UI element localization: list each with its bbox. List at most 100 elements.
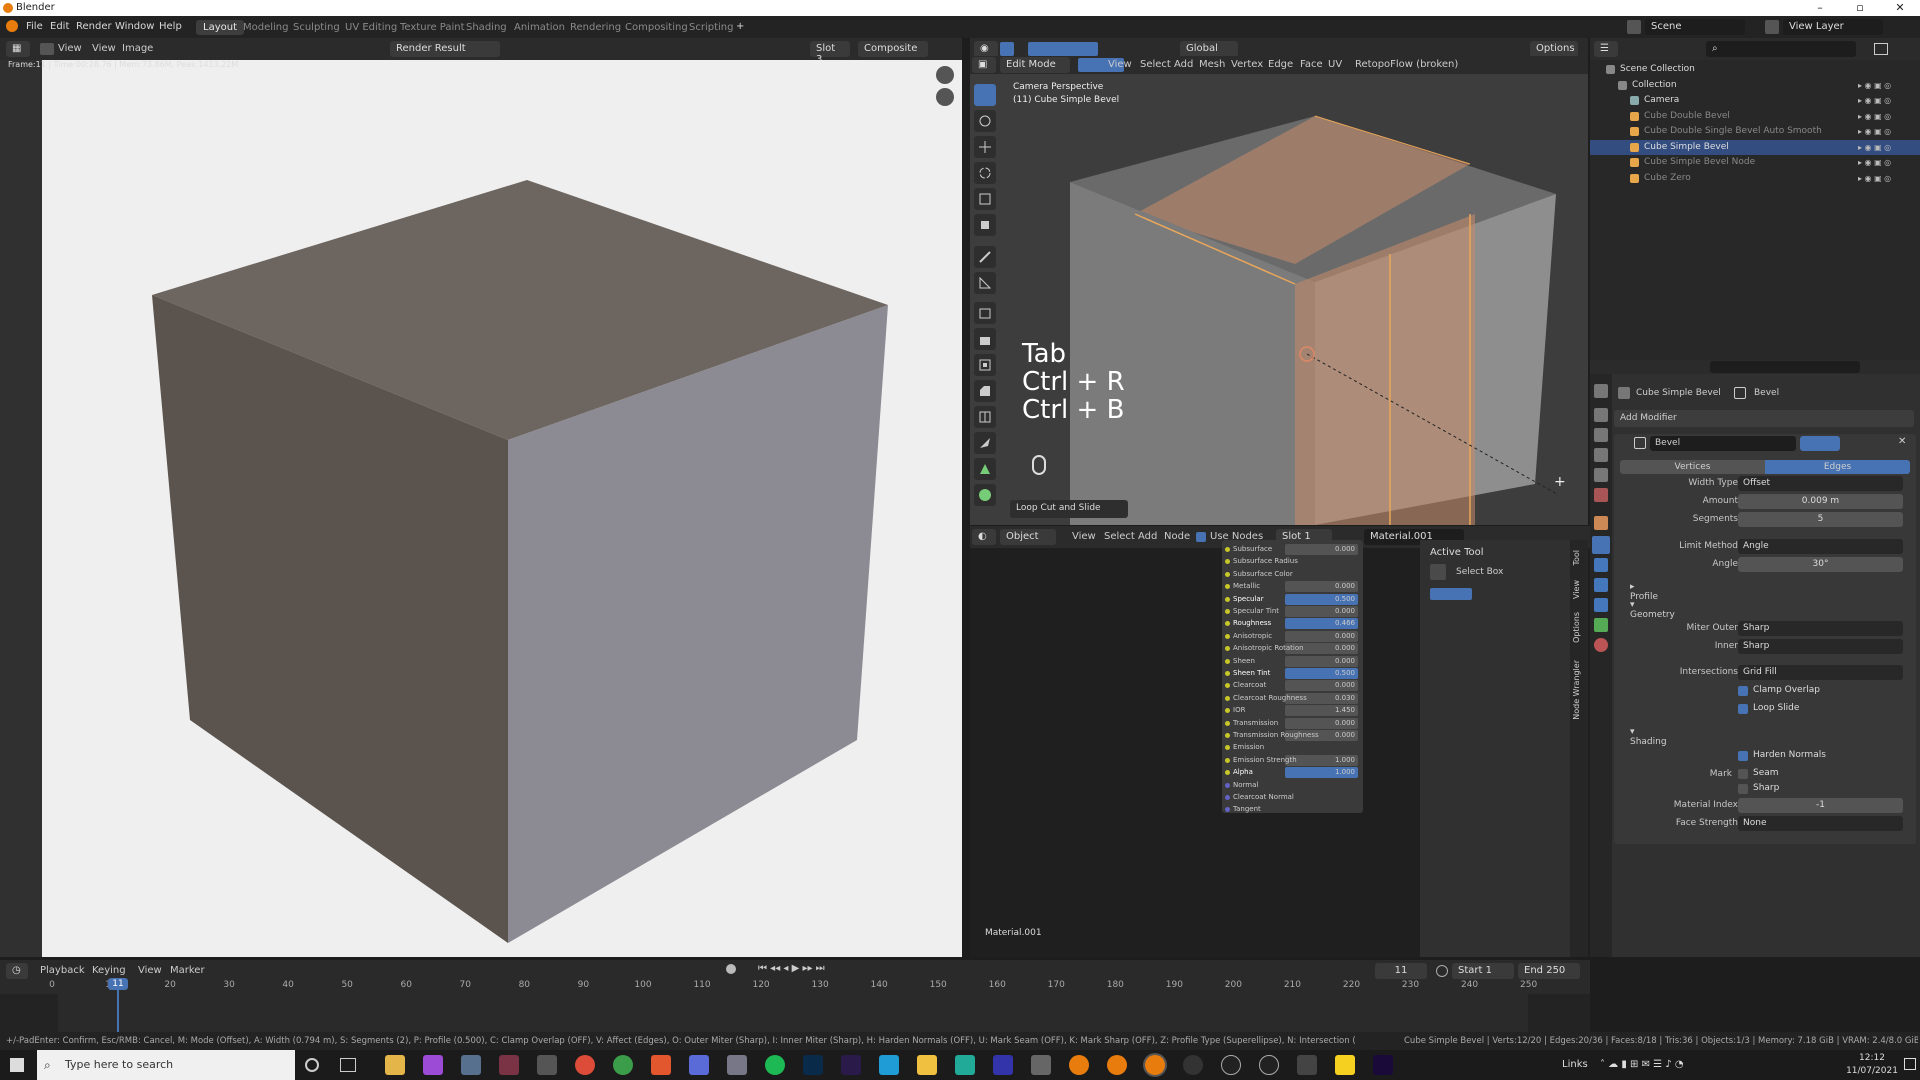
- outliner-row[interactable]: Cube Double Single Bevel Auto Smooth ▸ ◉ …: [1590, 124, 1920, 139]
- socket-dot-icon[interactable]: [1225, 646, 1230, 652]
- spin-tool-icon[interactable]: [974, 484, 996, 506]
- face-strength-dropdown[interactable]: None: [1738, 816, 1903, 831]
- properties-search-input[interactable]: [1710, 361, 1860, 373]
- app-icon-18[interactable]: [1031, 1055, 1051, 1075]
- node-input-value[interactable]: 0.000: [1285, 581, 1358, 593]
- scale-tool-icon[interactable]: [974, 188, 996, 210]
- node-input-value[interactable]: 0.000: [1285, 717, 1358, 729]
- outliner-row[interactable]: Cube Simple Bevel ▸ ◉ ▣ ◎: [1590, 139, 1920, 155]
- intersections-dropdown[interactable]: Grid Fill: [1738, 665, 1903, 680]
- outliner-row[interactable]: Collection ▸ ◉ ▣ ◎: [1590, 78, 1920, 93]
- node-input-value[interactable]: 0.000: [1285, 680, 1358, 692]
- socket-dot-icon[interactable]: [1225, 571, 1230, 577]
- sidebar-tab-options[interactable]: Options: [1572, 612, 1581, 643]
- node-input-row[interactable]: Clearcoat 0.000: [1225, 680, 1360, 692]
- socket-dot-icon[interactable]: [1225, 708, 1230, 714]
- blender-active-taskbar-icon[interactable]: [1145, 1055, 1165, 1075]
- socket-dot-icon[interactable]: [1225, 695, 1230, 701]
- system-tray-icons[interactable]: ˄ ☁ ▮ ⊞ ✉ ☰ ♪ ◔: [1600, 1059, 1780, 1070]
- app-icon-23[interactable]: [1221, 1055, 1241, 1075]
- socket-dot-icon[interactable]: [1225, 795, 1230, 800]
- node-input-value[interactable]: 1.000: [1285, 767, 1358, 779]
- timeline-editor-type-button[interactable]: ◷: [6, 963, 28, 979]
- view-layer-selector[interactable]: View Layer: [1783, 19, 1883, 35]
- visibility-toggles-icon[interactable]: ▸ ◉ ▣ ◎: [1858, 81, 1914, 90]
- output-tab-icon[interactable]: [1594, 428, 1608, 442]
- app-icon-24[interactable]: [1259, 1055, 1279, 1075]
- knife-tool-icon[interactable]: [974, 432, 996, 454]
- visibility-toggles-icon[interactable]: ▸ ◉ ▣ ◎: [1858, 112, 1914, 121]
- calculator-icon[interactable]: [461, 1055, 481, 1075]
- app-icon-5[interactable]: [537, 1055, 557, 1075]
- sidebar-tab-node-wrangler[interactable]: Node Wrangler: [1572, 660, 1581, 720]
- outliner-row[interactable]: Camera ▸ ◉ ▣ ◎: [1590, 93, 1920, 108]
- select-mode-icon[interactable]: [1000, 42, 1014, 56]
- outliner-row[interactable]: Cube Double Bevel ▸ ◉ ▣ ◎: [1590, 109, 1920, 124]
- render-tab-icon[interactable]: [1594, 408, 1608, 422]
- outliner-row[interactable]: Scene Collection: [1590, 62, 1920, 77]
- node-input-row[interactable]: Specular Tint 0.000: [1225, 606, 1360, 618]
- node-input-value[interactable]: 0.000: [1285, 544, 1358, 555]
- geometry-subpanel[interactable]: ▾ Geometry: [1630, 600, 1675, 620]
- node-input-row[interactable]: Anisotropic 0.000: [1225, 630, 1360, 643]
- pass-selector[interactable]: Composite: [858, 41, 928, 57]
- node-input-row[interactable]: Tangent: [1225, 804, 1360, 816]
- file-explorer-icon[interactable]: [385, 1055, 405, 1075]
- node-input-value[interactable]: 0.000: [1285, 606, 1358, 617]
- visibility-toggles-icon[interactable]: ▸ ◉ ▣ ◎: [1858, 127, 1914, 136]
- socket-dot-icon[interactable]: [1225, 757, 1230, 763]
- extrude-tool-icon[interactable]: [974, 328, 996, 350]
- node-input-row[interactable]: Specular 0.500: [1225, 593, 1360, 606]
- node-input-value[interactable]: 0.500: [1285, 593, 1358, 605]
- socket-dot-icon[interactable]: [1225, 584, 1230, 590]
- outliner-row[interactable]: Cube Zero ▸ ◉ ▣ ◎: [1590, 171, 1920, 186]
- socket-dot-icon[interactable]: [1225, 671, 1230, 676]
- editor-type-button[interactable]: ▦: [6, 41, 30, 57]
- menu-vp-vertex[interactable]: Vertex: [1231, 59, 1263, 70]
- windows-start-icon[interactable]: [10, 1058, 24, 1072]
- affinity-icon[interactable]: [423, 1055, 443, 1075]
- node-input-row[interactable]: Subsurface 0.000: [1225, 544, 1360, 556]
- socket-dot-icon[interactable]: [1225, 807, 1230, 813]
- brave-icon[interactable]: [651, 1055, 671, 1075]
- sidebar-tab-view[interactable]: View: [1572, 580, 1581, 599]
- affect-edges-button[interactable]: Edges: [1765, 460, 1910, 474]
- node-input-row[interactable]: Emission Strength 1.000: [1225, 754, 1360, 767]
- angle-field[interactable]: 30°: [1738, 557, 1903, 572]
- tab-scripting[interactable]: Scripting: [682, 20, 740, 35]
- menu-keying[interactable]: Keying: [92, 965, 126, 976]
- menu-retopoflow[interactable]: RetopoFlow (broken): [1355, 59, 1458, 70]
- obs-icon[interactable]: [1183, 1055, 1203, 1075]
- blender-alt-taskbar-icon[interactable]: [1107, 1055, 1127, 1075]
- 3d-viewport[interactable]: Camera Perspective (11) Cube Simple Beve…: [970, 74, 1588, 525]
- bevel-tool-icon[interactable]: [974, 380, 996, 402]
- menu-vp-mesh[interactable]: Mesh: [1199, 59, 1225, 70]
- node-input-row[interactable]: Subsurface Color: [1225, 569, 1360, 581]
- media-encoder-icon[interactable]: [841, 1055, 861, 1075]
- menu-marker[interactable]: Marker: [170, 965, 205, 976]
- start-frame-field[interactable]: Start 1: [1452, 963, 1514, 979]
- menu-playback[interactable]: Playback: [40, 965, 85, 976]
- menu-vp-edge[interactable]: Edge: [1268, 59, 1293, 70]
- tab-shading[interactable]: Shading: [459, 20, 514, 35]
- constraints-tab-icon[interactable]: [1594, 598, 1608, 612]
- app-icon-10[interactable]: [727, 1055, 747, 1075]
- transform-tool-icon[interactable]: [974, 214, 996, 236]
- app-icon-14[interactable]: [879, 1055, 899, 1075]
- add-modifier-dropdown[interactable]: Add Modifier: [1614, 410, 1914, 427]
- current-frame-field[interactable]: 11: [1375, 963, 1427, 979]
- socket-dot-icon[interactable]: [1225, 745, 1230, 751]
- menu-vp-uv[interactable]: UV: [1328, 59, 1342, 70]
- socket-dot-icon[interactable]: [1225, 720, 1230, 726]
- rotate-tool-icon[interactable]: [974, 162, 996, 184]
- view-layer-tab-icon[interactable]: [1594, 448, 1608, 462]
- miter-outer-dropdown[interactable]: Sharp: [1738, 621, 1903, 636]
- outliner-editor-type-button[interactable]: ☰: [1594, 41, 1618, 57]
- menu-tl-view[interactable]: View: [138, 965, 162, 976]
- cursor-tool-icon[interactable]: [974, 110, 996, 132]
- mark-sharp-checkbox[interactable]: [1738, 784, 1748, 794]
- node-input-row[interactable]: Transmission 0.000: [1225, 717, 1360, 730]
- filter-icon[interactable]: [1874, 43, 1888, 55]
- visibility-toggles-icon[interactable]: ▸ ◉ ▣ ◎: [1858, 174, 1914, 183]
- physics-tab-icon[interactable]: [1594, 578, 1608, 592]
